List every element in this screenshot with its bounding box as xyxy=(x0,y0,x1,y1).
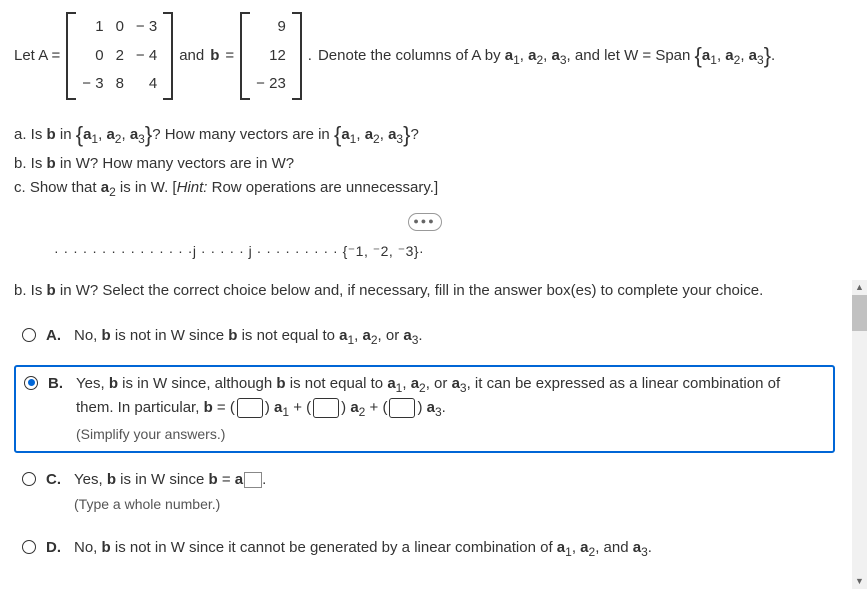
b-label: b xyxy=(210,45,219,68)
question-a: a. Is b in {a1, a2, a3}? How many vector… xyxy=(14,118,835,151)
radio-c[interactable] xyxy=(22,472,36,486)
choice-c[interactable]: C. Yes, b is in W since b = a. (Type a w… xyxy=(14,463,835,522)
denote-text: Denote the columns of A by a1, a2, a3, a… xyxy=(318,39,775,72)
radio-a[interactable] xyxy=(22,328,36,342)
scroll-up-button[interactable]: ▲ xyxy=(852,280,867,295)
scroll-down-button[interactable]: ▼ xyxy=(852,574,867,589)
choice-a-text: No, b is not in W since b is not equal t… xyxy=(74,325,827,349)
coef1-input[interactable] xyxy=(237,398,263,418)
scroll-thumb[interactable] xyxy=(852,295,867,331)
choice-b[interactable]: B. Yes, b is in W since, although b is n… xyxy=(14,365,835,453)
coef2-input[interactable] xyxy=(313,398,339,418)
matrix-a: 10− 3 02− 4 − 384 xyxy=(66,12,173,100)
coef3-input[interactable] xyxy=(389,398,415,418)
scroll-track[interactable] xyxy=(852,331,867,574)
choice-b-text: Yes, b is in W since, although b is not … xyxy=(76,373,825,445)
part-b-prompt: b. Is b in W? Select the correct choice … xyxy=(14,280,835,303)
question-b: b. Is b in W? How many vectors are in W? xyxy=(14,153,835,176)
question-list: a. Is b in {a1, a2, a3}? How many vector… xyxy=(14,118,835,202)
choice-a[interactable]: A. No, b is not in W since b is not equa… xyxy=(14,319,835,355)
period: . xyxy=(308,45,312,68)
choice-c-text: Yes, b is in W since b = a. (Type a whol… xyxy=(74,469,827,516)
choice-d-text: No, b is not in W since it cannot be gen… xyxy=(74,537,827,561)
choice-d[interactable]: D. No, b is not in W since it cannot be … xyxy=(14,531,835,567)
let-a-label: Let A = xyxy=(14,45,60,68)
and-label: and xyxy=(179,45,204,68)
radio-d[interactable] xyxy=(22,540,36,554)
scrollbar[interactable]: ▲ ▼ xyxy=(852,280,867,589)
choice-b-hint: (Simplify your answers.) xyxy=(76,424,825,445)
matrix-b: 9 12 − 23 xyxy=(240,12,302,100)
problem-header: Let A = 10− 3 02− 4 − 384 and b = 9 12 −… xyxy=(14,12,835,100)
more-button[interactable]: ●●● xyxy=(408,213,442,231)
choice-c-hint: (Type a whole number.) xyxy=(74,494,827,515)
vec-index-input[interactable] xyxy=(244,472,262,488)
partial-cutoff-text: · · · · · · · · · · · · · · ·j · · · · ·… xyxy=(54,241,835,262)
question-c: c. Show that a2 is in W. [Hint: Row oper… xyxy=(14,177,835,201)
radio-b[interactable] xyxy=(24,376,38,390)
